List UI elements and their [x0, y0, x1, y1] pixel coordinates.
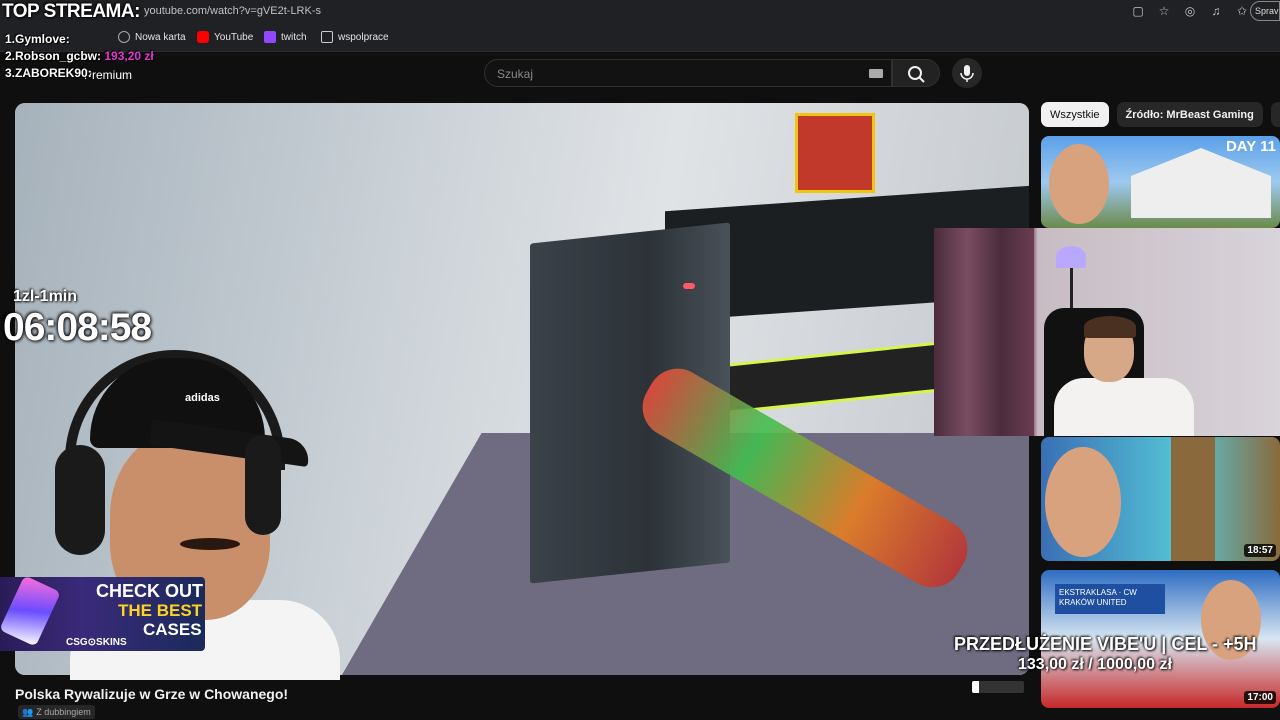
browser-toolbar-icons: ▢ ☆ ◎ ♫ ✩	[1130, 3, 1250, 19]
top-donor-row: 3.ZABOREK90:	[5, 65, 154, 82]
bookmark-label: YouTube	[214, 31, 254, 43]
donor-name: 1.Gymlove:	[5, 32, 70, 46]
people-icon: 👥	[22, 706, 34, 717]
youtube-header: Premium Szukaj	[0, 52, 1280, 94]
bookmark-twitch[interactable]: twitch	[264, 31, 307, 43]
youtube-icon	[197, 31, 209, 43]
webcam-lamp	[1056, 246, 1086, 268]
bookmark-wspolprace[interactable]: wspolprace	[321, 31, 389, 43]
search-placeholder: Szukaj	[497, 67, 534, 81]
profile-button[interactable]: Sprav	[1250, 1, 1280, 21]
twitch-icon	[264, 31, 276, 43]
knife-icon	[0, 577, 61, 647]
dubbing-label: Z dubbingiem	[36, 707, 91, 717]
top-donors-title: TOP STREAMA:	[2, 1, 140, 22]
sponsor-brand: CSG⊙SKINS	[66, 637, 127, 648]
headphones-right-cup	[245, 435, 281, 535]
sponsor-line-1: CHECK OUT	[96, 581, 203, 601]
video-duration: 18:57	[1244, 544, 1276, 557]
search-icon	[908, 66, 925, 83]
keyboard-icon[interactable]	[869, 69, 883, 78]
chip-all[interactable]: Wszystkie	[1041, 102, 1109, 127]
star-icon[interactable]: ☆	[1156, 3, 1172, 19]
chip-source[interactable]: Źródło: MrBeast Gaming	[1116, 102, 1263, 127]
webcam-person-body	[1054, 378, 1194, 436]
bookmarks-bar: Nowa karta YouTube twitch wspolprace	[0, 24, 1280, 52]
bookmark-icon[interactable]: ✩	[1234, 3, 1250, 19]
goal-progress-bar	[972, 681, 1024, 693]
voice-search-button[interactable]	[952, 58, 982, 88]
search-input[interactable]: Szukaj	[484, 59, 892, 87]
folder-icon	[321, 31, 333, 43]
webcam-guest	[934, 228, 1280, 436]
extension-icon[interactable]: ◎	[1182, 3, 1198, 19]
top-donor-row: 2.Robson_gcbw: 193,20 zł	[5, 48, 154, 65]
goal-title: PRZEDŁUŻENIE VIBE'U | CEL - +5H	[954, 634, 1257, 654]
apps-icon[interactable]: ▢	[1130, 3, 1146, 19]
donor-name: 3.ZABOREK90:	[5, 66, 92, 80]
dubbing-badge: 👥 Z dubbingiem	[18, 705, 95, 719]
goal-amount: 133,00 zł / 1000,00 zł	[1018, 656, 1172, 673]
url-text[interactable]: youtube.com/watch?v=gVE2t-LRK-s	[144, 5, 321, 17]
video-duration: 17:00	[1244, 691, 1276, 704]
bookmark-label: twitch	[281, 31, 307, 43]
sponsor-line-3: CASES	[143, 620, 202, 639]
game-arcade-machine	[795, 113, 875, 193]
subathon-rate: 1zl-1min	[13, 288, 78, 305]
thumbnail-badge: DAY 11	[1225, 138, 1276, 155]
donor-name: 2.Robson_gcbw:	[5, 49, 102, 63]
top-donor-row: 1.Gymlove:	[5, 31, 154, 48]
thumbnail-face	[1049, 144, 1109, 224]
sponsor-banner: CHECK OUT THE BEST CASES CSG⊙SKINS	[0, 577, 205, 651]
microphone-icon	[960, 65, 974, 82]
thumbnail-face	[1045, 447, 1121, 557]
sponsor-line-2: THE BEST	[118, 601, 203, 620]
browser-url-bar[interactable]: youtube.com/watch?v=gVE2t-LRK-s ▢ ☆ ◎ ♫ …	[0, 0, 1280, 24]
donor-amount: 193,20 zł	[104, 49, 154, 63]
headphones-left-cup	[55, 445, 105, 555]
video-title: Polska Rywalizuje w Grze w Chowanego!	[15, 686, 289, 702]
stream-screen: youtube.com/watch?v=gVE2t-LRK-s ▢ ☆ ◎ ♫ …	[0, 0, 1280, 720]
game-pc-led	[683, 283, 695, 289]
top-donors-list: 1.Gymlove: 2.Robson_gcbw: 193,20 zł 3.ZA…	[5, 31, 154, 82]
thumbnail-minecraft-figure	[1171, 437, 1215, 561]
streamer-mustache	[180, 538, 240, 550]
subathon-timer: 06:08:58	[3, 306, 152, 349]
media-icon[interactable]: ♫	[1208, 3, 1224, 19]
recommended-thumbnail[interactable]: 18:57	[1041, 437, 1280, 561]
webcam-person-hair	[1084, 316, 1136, 338]
bookmark-youtube[interactable]: YouTube	[197, 31, 253, 43]
search-button[interactable]	[892, 59, 940, 87]
thumbnail-mansion	[1131, 148, 1271, 218]
recommended-thumbnail[interactable]: DAY 11	[1041, 136, 1280, 228]
adidas-logo: adidas	[185, 392, 220, 404]
thumbnail-banner: EKSTRAKLASA · CW KRAKÓW UNITED	[1055, 584, 1165, 614]
bookmark-label: wspolprace	[338, 31, 389, 43]
filter-chips: Wszystkie Źródło: MrBeast Gaming Po	[1041, 102, 1280, 127]
webcam-curtain	[934, 228, 1034, 436]
goal-progress-fill	[972, 681, 979, 693]
chip-more[interactable]: Po	[1270, 102, 1280, 127]
